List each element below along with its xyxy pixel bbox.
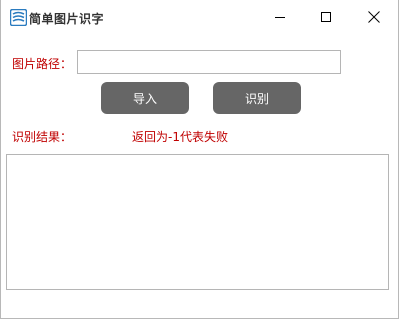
app-window: 简单图片识字 图片路径： 导入 识别 识别结果： 返回为-1代表失败 (0, 0, 399, 319)
result-label: 识别结果： (12, 130, 73, 144)
recognize-button[interactable]: 识别 (213, 82, 301, 114)
window-title: 简单图片识字 (29, 12, 105, 26)
app-logo-icon (9, 8, 28, 27)
close-icon (368, 11, 380, 23)
result-textarea[interactable] (6, 154, 389, 290)
status-text: 返回为-1代表失败 (132, 130, 228, 144)
minimize-button[interactable] (257, 0, 303, 34)
import-button[interactable]: 导入 (101, 82, 189, 114)
close-button[interactable] (351, 0, 397, 34)
maximize-icon (321, 12, 331, 22)
image-path-label: 图片路径： (12, 57, 73, 71)
maximize-button[interactable] (303, 0, 349, 34)
title-bar[interactable]: 简单图片识字 (1, 0, 398, 34)
image-path-input[interactable] (77, 50, 341, 74)
minimize-icon (275, 16, 285, 18)
